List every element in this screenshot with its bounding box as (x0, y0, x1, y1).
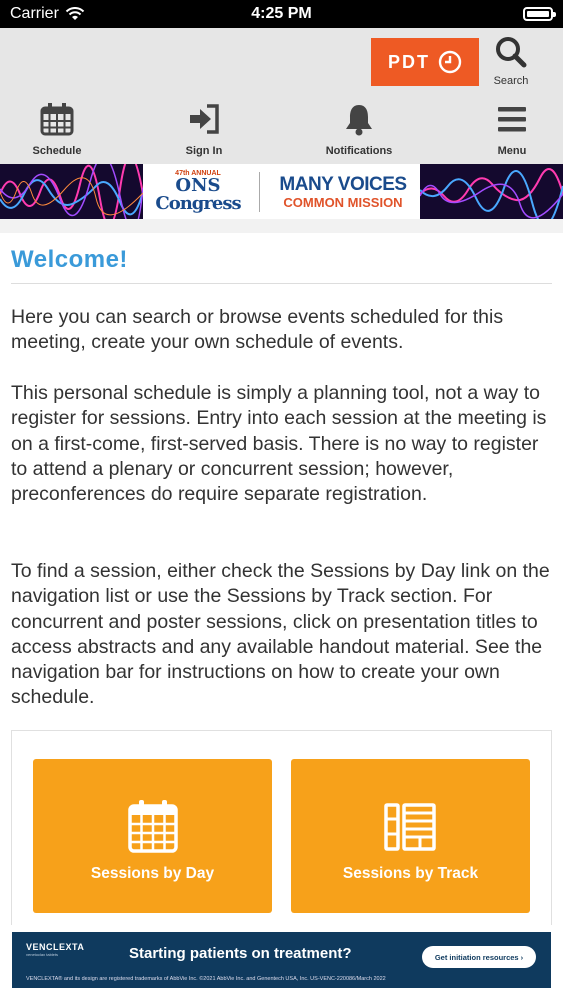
bell-icon (346, 105, 372, 136)
status-bar: Carrier 4:25 PM (0, 0, 563, 28)
nav-item-sign-in[interactable]: Sign In (149, 102, 259, 157)
ad-headline: Starting patients on treatment? (129, 945, 352, 962)
hamburger-icon (498, 107, 526, 132)
schedule-info-paragraph: This personal schedule is simply a plann… (11, 382, 547, 506)
timezone-label: PDT (388, 51, 430, 72)
theme-bottom-label: COMMON MISSION (283, 194, 403, 210)
sessions-by-day-tile[interactable]: Sessions by Day (33, 759, 272, 913)
ad-fine-print: VENCLEXTA® and its design are registered… (26, 976, 386, 982)
ad-brand: VENCLEXTA (26, 942, 85, 952)
sessions-by-track-label: Sessions by Track (342, 865, 479, 882)
search-label: Search (493, 75, 529, 87)
nav-bar: Schedule Sign In Notifications Menu (0, 100, 563, 164)
ad-cta-button[interactable]: Get initiation resources › (422, 946, 536, 968)
nav-label-sign-in: Sign In (185, 145, 223, 157)
nav-label-menu: Menu (497, 145, 527, 157)
nav-item-menu[interactable]: Menu (457, 102, 563, 157)
calendar-icon (40, 103, 74, 136)
timezone-button[interactable]: PDT (371, 38, 479, 86)
nav-label-notifications: Notifications (325, 145, 393, 157)
search-icon (496, 37, 527, 68)
search-button[interactable]: Search (488, 36, 534, 87)
theme-top-label: MANY VOICES (279, 173, 407, 195)
ons-congress-logo: 47th ANNUAL ONS Congress (143, 170, 253, 213)
nav-label-schedule: Schedule (32, 145, 82, 157)
ad-banner[interactable]: VENCLEXTA venetoclax tablets Starting pa… (12, 932, 551, 988)
welcome-panel: Welcome! Here you can search or browse e… (0, 233, 563, 950)
main-content[interactable]: Welcome! Here you can search or browse e… (0, 219, 563, 950)
track-list-icon (384, 803, 436, 851)
clock: 4:25 PM (251, 5, 312, 22)
venclexta-logo: VENCLEXTA venetoclax tablets (26, 942, 84, 957)
ons-congress-label: Congress (155, 193, 241, 214)
title-divider (11, 283, 552, 284)
nav-item-notifications[interactable]: Notifications (304, 102, 414, 157)
banner-logo-panel: 47th ANNUAL ONS Congress MANY VOICES COM… (143, 164, 420, 219)
battery-icon (523, 7, 556, 21)
sign-in-icon (190, 104, 219, 134)
quick-links-grid: Sessions by Day Sessions by Track (11, 730, 552, 950)
clock-icon (438, 50, 462, 74)
intro-paragraph: Here you can search or browse events sch… (11, 306, 504, 354)
theme-logo: MANY VOICES COMMON MISSION (266, 175, 420, 209)
app-header: PDT Search (0, 28, 563, 100)
sessions-by-track-tile[interactable]: Sessions by Track (291, 759, 530, 913)
ad-brand-sub: venetoclax tablets (26, 952, 59, 957)
sound-wave-right (420, 164, 563, 219)
congress-banner[interactable]: 47th ANNUAL ONS Congress MANY VOICES COM… (0, 164, 563, 219)
calendar-icon (128, 800, 178, 853)
nav-item-schedule[interactable]: Schedule (2, 102, 112, 157)
sound-wave-left (0, 164, 143, 219)
sessions-by-day-label: Sessions by Day (90, 865, 215, 882)
find-session-paragraph: To find a session, either check the Sess… (11, 560, 550, 709)
ad-container: VENCLEXTA venetoclax tablets Starting pa… (0, 925, 563, 1000)
welcome-title: Welcome! (11, 246, 128, 273)
banner-divider (259, 171, 260, 212)
